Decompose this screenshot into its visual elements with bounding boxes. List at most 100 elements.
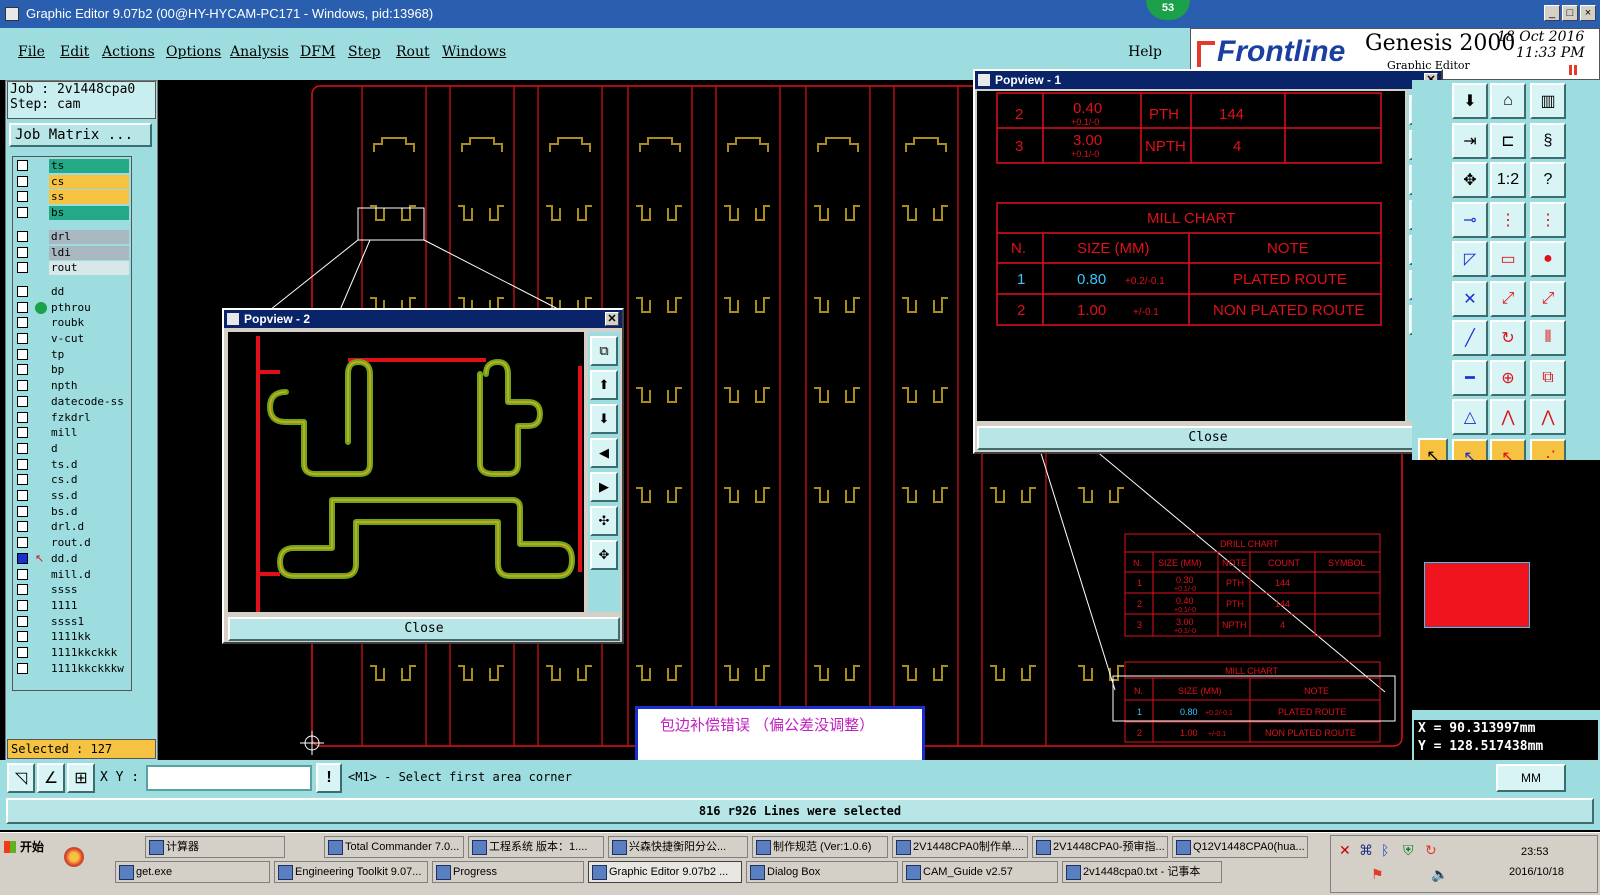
layer-name[interactable]: ssss (49, 583, 129, 598)
layer-row[interactable]: ss.d (15, 489, 131, 503)
home-icon[interactable]: ⌂ (1490, 83, 1526, 119)
layer-name[interactable]: tp (49, 347, 129, 362)
popview-2-close-x[interactable]: ✕ (605, 312, 619, 326)
taskbar-button[interactable]: 兴森快捷衡阳分公... (608, 836, 748, 858)
layer-name[interactable]: cs.d (49, 473, 129, 488)
layer-checkbox[interactable] (17, 442, 28, 454)
layer-checkbox[interactable] (17, 458, 28, 470)
taskbar-button[interactable]: 2V1448CPA0制作单.... (892, 836, 1028, 858)
layer-row[interactable]: ssss (15, 583, 131, 598)
layer-checkbox[interactable] (17, 427, 28, 439)
overview-panel[interactable] (1412, 460, 1600, 710)
menu-rout[interactable]: Rout (396, 44, 430, 60)
popview-2-viewport[interactable] (228, 332, 584, 612)
layer-checkbox[interactable] (17, 207, 28, 219)
layer-checkbox[interactable] (17, 230, 28, 242)
taskbar-button[interactable]: Dialog Box (746, 861, 898, 883)
layer-checkbox[interactable] (17, 615, 28, 627)
layer-checkbox[interactable] (17, 474, 28, 486)
layer-row[interactable]: pthrou (15, 300, 131, 315)
layer-checkbox[interactable] (17, 262, 28, 274)
layer-row[interactable]: bs.d (15, 504, 131, 519)
undo-icon[interactable]: ⬇ (1452, 83, 1488, 119)
line-icon[interactable]: ╱ (1452, 320, 1488, 356)
layer-row[interactable]: drl (15, 229, 131, 244)
layer-checkbox[interactable] (17, 631, 28, 643)
job-matrix-button[interactable]: Job Matrix ... (9, 123, 152, 147)
layer-checkbox[interactable] (17, 301, 28, 313)
layer-name[interactable]: ldi (49, 245, 129, 260)
layer-name[interactable]: v-cut (49, 332, 129, 346)
popview-2-close-button[interactable]: Close (228, 617, 620, 641)
taskbar-button[interactable]: get.exe (115, 861, 270, 883)
xy-input[interactable] (146, 765, 312, 791)
layer-checkbox[interactable] (17, 411, 28, 423)
layer-checkbox[interactable] (17, 552, 28, 564)
tray-bluetooth-icon[interactable]: ᛒ (1381, 842, 1389, 858)
tray-network-icon[interactable]: ⌘ (1359, 842, 1373, 859)
layer-name[interactable]: mill (49, 426, 129, 441)
taskbar-button[interactable]: Q12V1448CPA0(hua... (1172, 836, 1308, 858)
warning-icon[interactable]: ! (316, 763, 342, 793)
layer-name[interactable]: ss.d (49, 489, 129, 503)
layer-name[interactable]: ts (49, 159, 129, 173)
arc-icon[interactable]: ⋀ (1490, 399, 1526, 435)
popview-tool-icon[interactable]: ✥ (590, 540, 618, 570)
measure-icon[interactable]: ∠ (37, 763, 65, 793)
popview-tool-icon[interactable]: ▶ (590, 472, 618, 502)
popview-tool-icon[interactable]: ⬇ (590, 404, 618, 434)
taskbar-button[interactable]: 2V1448CPA0-预审指... (1032, 836, 1168, 858)
layer-name[interactable]: 1111kk (49, 630, 129, 645)
array-icon[interactable]: ⧉ (1530, 359, 1566, 396)
layer-checkbox[interactable] (17, 333, 28, 344)
layer-checkbox[interactable] (17, 662, 28, 674)
layer-checkbox[interactable] (17, 348, 28, 360)
layer-checkbox[interactable] (17, 568, 28, 580)
menu-actions[interactable]: Actions (102, 44, 155, 60)
taskbar-button[interactable]: Graphic Editor 9.07b2 ... (588, 861, 742, 883)
move-icon[interactable]: ⊕ (1490, 359, 1526, 396)
layer-name[interactable]: 1111 (49, 598, 129, 613)
layer-name[interactable]: rout.d (49, 536, 129, 551)
layer-name[interactable]: pthrou (49, 300, 129, 315)
layer-row[interactable]: cs.d (15, 473, 131, 488)
layer-row[interactable]: drl.d (15, 520, 131, 535)
layer-name[interactable]: rout (49, 261, 129, 276)
layer-row[interactable]: 1111kkckkk (15, 646, 131, 660)
popview-tool-icon[interactable]: ⧉ (590, 336, 618, 366)
cut-icon[interactable]: ━ (1452, 359, 1488, 396)
minimize-button[interactable]: _ (1544, 5, 1560, 21)
layer-name[interactable]: bp (49, 363, 129, 378)
popview-1-viewport[interactable]: 2 0.40 +0.1/-0 PTH 144 3 3.00 +0.1/-0 NP… (977, 91, 1405, 421)
start-button[interactable]: 开始 (2, 836, 46, 858)
quick-launch-icon[interactable] (64, 847, 84, 867)
menu-windows[interactable]: Windows (442, 44, 506, 60)
triangle-icon[interactable]: △ (1452, 399, 1488, 435)
layer-checkbox[interactable] (17, 317, 28, 329)
layer-row[interactable]: v-cut (15, 332, 131, 346)
layer-name[interactable]: drl (49, 229, 129, 244)
menu-step[interactable]: Step (348, 44, 380, 60)
layer-checkbox[interactable] (17, 647, 28, 658)
layer-checkbox[interactable] (17, 584, 28, 596)
close-button[interactable]: × (1580, 5, 1596, 21)
taskbar-button[interactable]: 2v1448cpa0.txt - 记事本 (1062, 861, 1222, 883)
menu-edit[interactable]: Edit (60, 44, 89, 60)
layer-row[interactable]: d (15, 441, 131, 456)
taskbar-button[interactable]: Engineering Toolkit 9.07... (274, 861, 428, 883)
tray-app-icon[interactable]: ↻ (1425, 842, 1437, 859)
menu-options[interactable]: Options (166, 44, 221, 60)
layer-checkbox[interactable] (17, 395, 28, 407)
layer-row[interactable]: ssss1 (15, 614, 131, 629)
menu-dfm[interactable]: DFM (300, 44, 335, 60)
arrow-icon[interactable]: ⤢ (1530, 280, 1566, 317)
layer-checkbox[interactable] (17, 285, 28, 297)
layer-row[interactable]: 1111 (15, 598, 131, 613)
polygon-icon[interactable]: ⋀ (1530, 399, 1566, 435)
layer-row[interactable]: mill.d (15, 567, 131, 582)
taskbar-button[interactable]: 制作规范 (Ver:1.0.6) (752, 836, 888, 858)
layer-name[interactable]: npth (49, 379, 129, 394)
pad-icon[interactable]: ⊸ (1452, 201, 1488, 238)
layer-icon[interactable]: ⋮ (1530, 201, 1566, 238)
help-icon[interactable]: ? (1530, 162, 1566, 198)
